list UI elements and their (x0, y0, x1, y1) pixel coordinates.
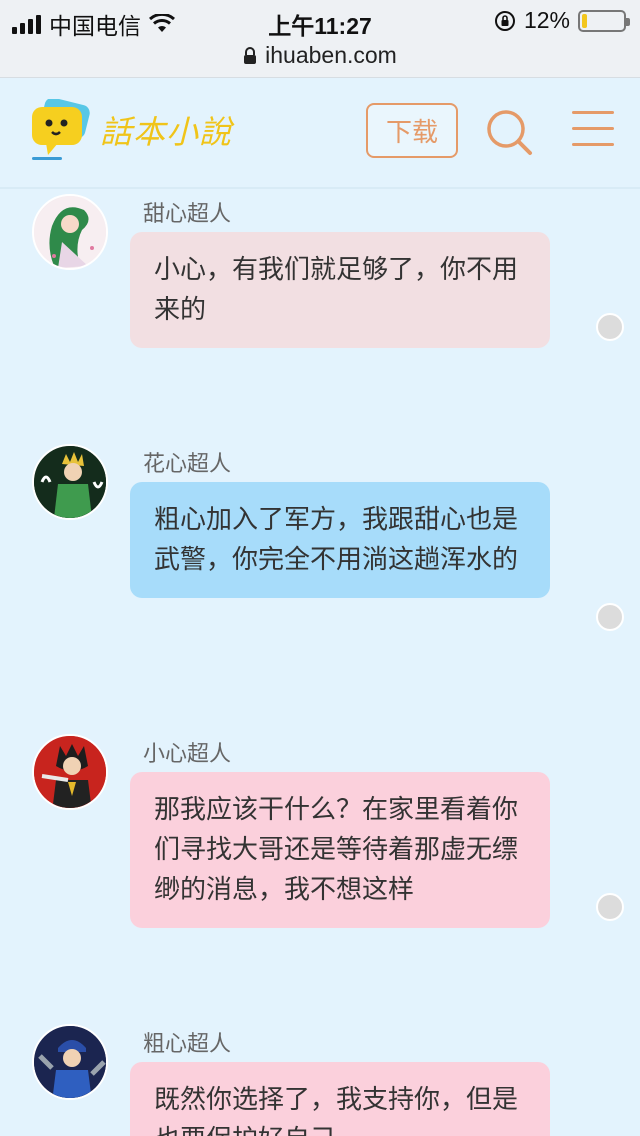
address-bar[interactable]: ihuaben.com (0, 40, 640, 78)
lock-icon (244, 46, 257, 64)
avatar[interactable] (32, 1024, 108, 1100)
sender-name: 甜心超人 (143, 202, 232, 227)
message-bubble: 那我应该干什么？在家里看着你们寻找大哥还是等待着那虚无缥缈的消息，我不想这样 (130, 772, 550, 928)
speech-bubble-logo-icon (32, 99, 90, 160)
site-header: 話本小說 下载 (0, 79, 640, 189)
avatar[interactable] (32, 194, 108, 270)
site-logo[interactable]: 話本小說 (26, 99, 232, 161)
sender-name: 小心超人 (143, 742, 232, 767)
sender-name: 花心超人 (143, 452, 232, 477)
download-button[interactable]: 下载 (366, 103, 458, 158)
sender-name: 粗心超人 (143, 1032, 232, 1057)
status-bar: 中国电信 上午11:27 12% (0, 0, 640, 40)
battery-percent: 12% (523, 7, 570, 33)
status-dot (596, 893, 624, 921)
avatar[interactable] (32, 734, 108, 810)
menu-icon[interactable] (572, 111, 614, 151)
chat-list: 甜心超人 小心，有我们就足够了，你不用来的 花心超人 粗心加入了军方，我跟甜心也… (0, 190, 640, 1136)
search-icon[interactable] (484, 107, 534, 157)
status-right: 12% (494, 7, 630, 34)
message-bubble: 粗心加入了军方，我跟甜心也是武警，你完全不用淌这趟浑水的 (130, 482, 550, 598)
message-bubble: 小心，有我们就足够了，你不用来的 (130, 232, 550, 348)
status-dot (596, 603, 624, 631)
status-dot (596, 313, 624, 341)
battery-icon (578, 9, 630, 32)
battery-fill (582, 13, 587, 28)
logo-text: 話本小說 (100, 113, 233, 151)
orientation-lock-icon (494, 10, 515, 31)
avatar[interactable] (32, 444, 108, 520)
message-bubble: 既然你选择了，我支持你，但是也要保护好自己 (130, 1062, 550, 1136)
url-text: ihuaben.com (265, 42, 397, 68)
